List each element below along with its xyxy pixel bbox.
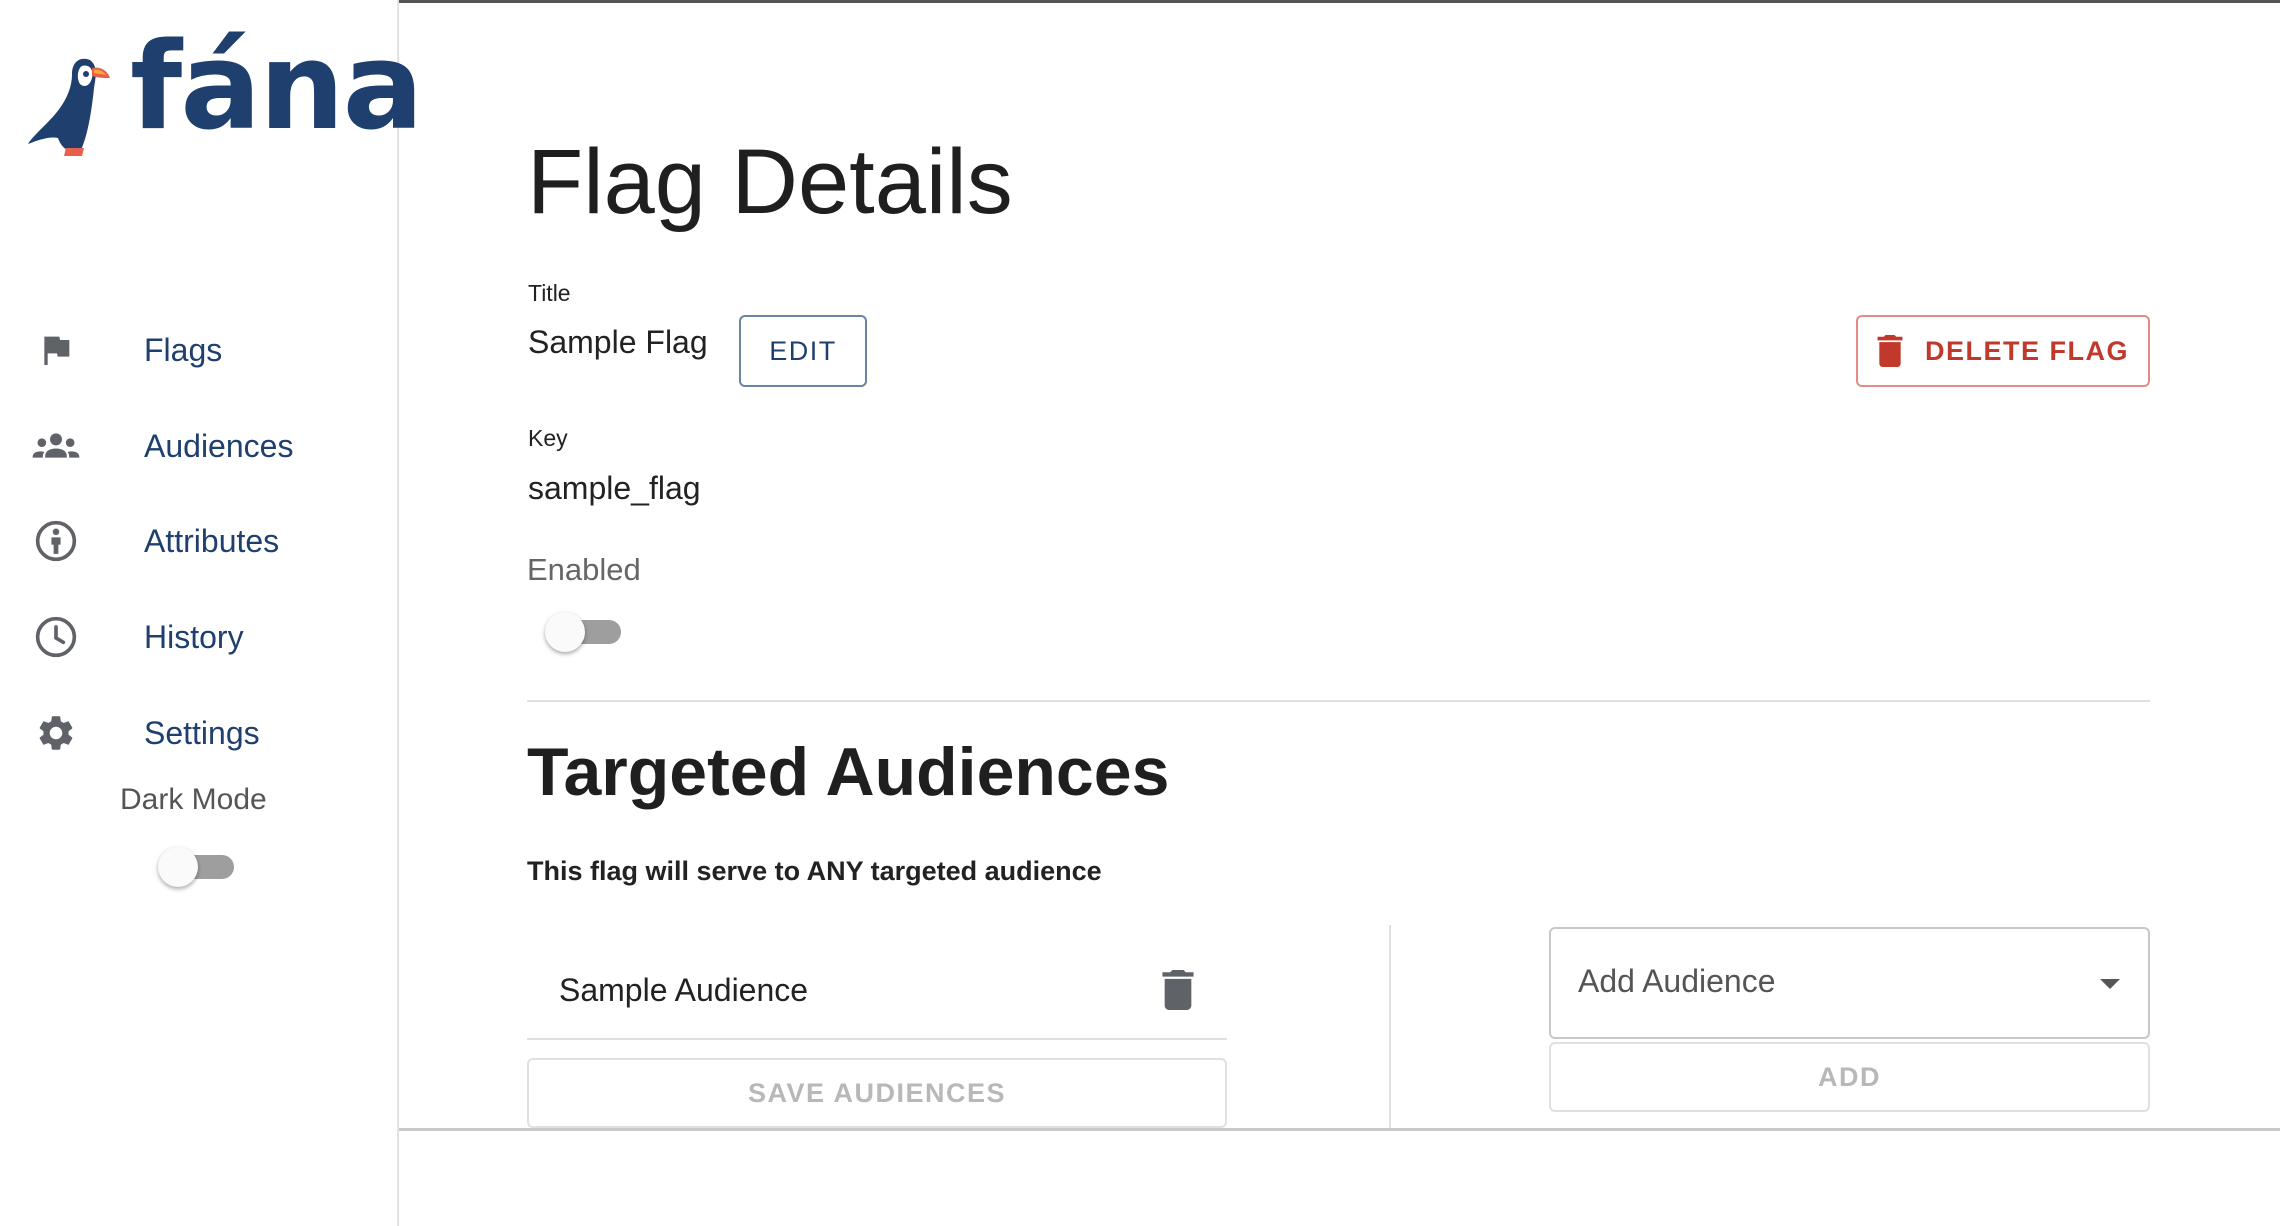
content-bottom-border (399, 1128, 2280, 1131)
page-title: Flag Details (527, 131, 1013, 233)
remove-audience-button[interactable] (1162, 970, 1202, 1016)
sidebar: fána Flags Audiences Attributes History … (0, 0, 424, 1226)
flag-details-panel: Flag Details Title Sample Flag EDIT DELE… (399, 0, 2280, 1226)
toggle-thumb (545, 612, 585, 652)
key-label: Key (528, 425, 568, 451)
edit-title-button[interactable]: EDIT (739, 315, 867, 387)
toggle-thumb (158, 847, 198, 887)
column-separator (1389, 925, 1391, 1130)
section-divider (527, 700, 2150, 702)
clock-icon (30, 611, 82, 663)
sidebar-item-label: Settings (144, 714, 260, 751)
targeted-audiences-title: Targeted Audiences (527, 734, 1170, 810)
targeted-audiences-description: This flag will serve to ANY targeted aud… (527, 856, 1102, 886)
title-value: Sample Flag (528, 324, 708, 360)
sidebar-item-settings[interactable]: Settings (0, 693, 399, 773)
dark-mode-toggle[interactable] (158, 845, 238, 887)
add-audience-placeholder: Add Audience (1578, 963, 1776, 999)
sidebar-item-history[interactable]: History (0, 597, 399, 677)
key-value: sample_flag (528, 470, 701, 506)
person-info-icon (30, 515, 82, 567)
list-item: Sample Audience (527, 952, 1227, 1040)
audience-name: Sample Audience (559, 972, 809, 1008)
trash-icon (1162, 970, 1194, 1010)
gear-icon (30, 707, 82, 759)
title-label: Title (528, 280, 571, 306)
sidebar-item-attributes[interactable]: Attributes (0, 501, 399, 581)
sidebar-item-flags[interactable]: Flags (0, 310, 399, 390)
fana-logo[interactable]: fána (28, 28, 424, 163)
add-audience-select[interactable]: Add Audience (1549, 927, 2150, 1039)
add-audience-button[interactable]: ADD (1549, 1042, 2150, 1112)
delete-flag-label: DELETE FLAG (1925, 335, 2129, 366)
flag-icon (30, 324, 82, 376)
dark-mode-label: Dark Mode (120, 783, 267, 816)
save-audiences-button[interactable]: SAVE AUDIENCES (527, 1058, 1227, 1128)
sidebar-item-label: Audiences (144, 427, 294, 464)
trash-icon (1877, 335, 1903, 367)
group-icon (30, 420, 82, 472)
sidebar-item-label: History (144, 618, 244, 655)
chevron-down-icon (2100, 979, 2120, 989)
enabled-label: Enabled (527, 552, 641, 587)
enabled-toggle[interactable] (545, 610, 625, 652)
puffin-logo-icon (28, 58, 110, 156)
sidebar-item-label: Flags (144, 331, 223, 368)
brand-wordmark: fána (130, 18, 424, 157)
sidebar-item-audiences[interactable]: Audiences (0, 406, 399, 486)
delete-flag-button[interactable]: DELETE FLAG (1856, 315, 2150, 387)
sidebar-item-label: Attributes (144, 522, 280, 559)
